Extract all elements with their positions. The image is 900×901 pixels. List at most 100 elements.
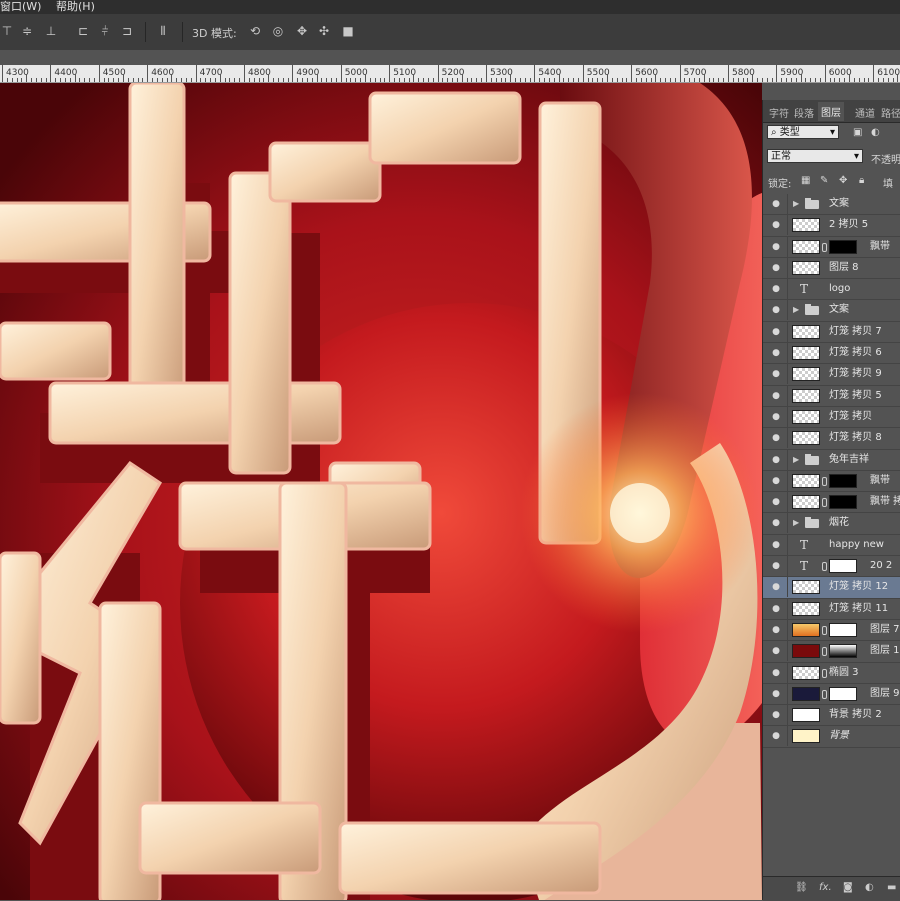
layer-mask-thumbnail[interactable]	[829, 644, 857, 659]
layer-row[interactable]: ● Thappy new	[763, 534, 900, 557]
eye-icon[interactable]: ●	[771, 689, 781, 699]
layer-mask-thumbnail[interactable]	[829, 239, 857, 254]
eye-icon[interactable]: ●	[771, 433, 781, 443]
layer-row[interactable]: ● 飘带	[763, 470, 900, 493]
layer-row[interactable]: ● ▶ 烟花	[763, 513, 900, 535]
layer-row[interactable]: ● 灯笼 拷贝 11	[763, 598, 900, 620]
eye-icon[interactable]: ●	[771, 455, 781, 465]
layer-row[interactable]: ● ▶ 文案	[763, 300, 900, 322]
menu-help[interactable]: 帮助(H)	[56, 0, 95, 14]
link-icon[interactable]	[822, 668, 827, 678]
link-icon[interactable]	[822, 242, 827, 252]
layer-mask-thumbnail[interactable]	[829, 559, 857, 574]
layer-row[interactable]: ● 图层 7	[763, 619, 900, 642]
layer-row[interactable]: ● 图层 1	[763, 641, 900, 663]
layer-row[interactable]: ● 飘带	[763, 236, 900, 258]
horizontal-ruler[interactable]: 4300 4400 4500 4600 4700 4800 4900 5000 5100 5200…	[0, 65, 900, 83]
eye-icon[interactable]: ●	[771, 284, 781, 294]
eye-icon[interactable]: ●	[771, 518, 781, 528]
layer-row[interactable]: ● 灯笼 拷贝 5	[763, 385, 900, 407]
layer-mask-thumbnail[interactable]	[829, 686, 857, 701]
add-mask-icon[interactable]: ◙	[843, 882, 853, 893]
tab-channels[interactable]: 通道	[855, 105, 875, 120]
eye-icon[interactable]: ●	[771, 646, 781, 656]
align-horizontal-centers-icon[interactable]: ⫩	[98, 24, 112, 38]
eye-icon[interactable]: ●	[771, 220, 781, 230]
eye-icon[interactable]: ●	[771, 710, 781, 720]
align-vertical-centers-icon[interactable]: ≑	[20, 24, 34, 38]
align-left-edges-icon[interactable]: ⊏	[76, 24, 90, 38]
eye-icon[interactable]: ●	[771, 305, 781, 315]
layer-row[interactable]: ● 灯笼 拷贝	[763, 406, 900, 429]
layer-mask-thumbnail[interactable]	[829, 473, 857, 488]
eye-icon[interactable]: ●	[771, 497, 781, 507]
expand-icon[interactable]: ▶	[793, 450, 799, 470]
layer-row[interactable]: ● ▶ 文案	[763, 194, 900, 216]
link-icon[interactable]	[822, 476, 827, 486]
layer-row[interactable]: ● 背景	[763, 726, 900, 748]
layer-row[interactable]: ● T 20 2	[763, 556, 900, 578]
layer-row[interactable]: ● 图层 8	[763, 257, 900, 280]
3d-pan-icon[interactable]: ✥	[295, 24, 309, 38]
new-group-icon[interactable]: ▬	[887, 882, 896, 893]
lock-all-icon[interactable]: 🔒︎	[859, 175, 864, 186]
eye-icon[interactable]: ●	[771, 668, 781, 678]
3d-slide-icon[interactable]: ✣	[317, 24, 331, 38]
link-icon[interactable]	[822, 562, 827, 572]
distribute-icon[interactable]: ⫴	[156, 24, 170, 38]
link-icon[interactable]	[822, 689, 827, 699]
layer-row[interactable]: ● 飘带 拷	[763, 492, 900, 514]
eye-icon[interactable]: ●	[771, 199, 781, 209]
adjustment-layer-icon[interactable]: ◐	[865, 882, 874, 893]
blend-mode-dropdown[interactable]: 正常 ▾	[767, 149, 863, 163]
layer-row[interactable]: ● 背景 拷贝 2	[763, 705, 900, 727]
layer-mask-thumbnail[interactable]	[829, 622, 857, 637]
align-top-edges-icon[interactable]: ⊤	[0, 24, 14, 38]
filter-adjustment-icon[interactable]: ◐	[871, 127, 880, 138]
layer-row[interactable]: ● 2 拷贝 5	[763, 215, 900, 237]
link-icon[interactable]	[822, 647, 827, 657]
layer-row[interactable]: ● 灯笼 拷贝 8	[763, 428, 900, 450]
eye-icon[interactable]: ●	[771, 327, 781, 337]
3d-scale-icon[interactable]: ■	[341, 24, 355, 38]
layer-row[interactable]: ● 灯笼 拷贝 7	[763, 321, 900, 344]
expand-icon[interactable]: ▶	[793, 513, 799, 533]
menu-window[interactable]: 窗口(W)	[0, 0, 41, 14]
tab-paragraph[interactable]: 段落	[794, 105, 814, 120]
eye-icon[interactable]: ●	[771, 476, 781, 486]
eye-icon[interactable]: ●	[771, 582, 781, 592]
eye-icon[interactable]: ●	[771, 731, 781, 741]
eye-icon[interactable]: ●	[771, 391, 781, 401]
align-bottom-edges-icon[interactable]: ⊥	[44, 24, 58, 38]
link-icon[interactable]	[822, 498, 827, 508]
lock-transparency-icon[interactable]: ▦	[801, 175, 810, 186]
lock-position-icon[interactable]: ✥	[839, 175, 847, 186]
filter-image-icon[interactable]: ▣	[853, 127, 862, 138]
eye-icon[interactable]: ●	[771, 369, 781, 379]
layer-mask-thumbnail[interactable]	[829, 495, 857, 510]
tab-character[interactable]: 字符	[769, 105, 789, 120]
layer-row[interactable]: ● 灯笼 拷贝 6	[763, 343, 900, 365]
tab-paths[interactable]: 路径	[881, 105, 900, 120]
link-layers-icon[interactable]: ⛓	[795, 882, 808, 893]
eye-icon[interactable]: ●	[771, 561, 781, 571]
align-right-edges-icon[interactable]: ⊐	[120, 24, 134, 38]
fx-icon[interactable]: fx.	[819, 882, 832, 893]
eye-icon[interactable]: ●	[771, 348, 781, 358]
link-icon[interactable]	[822, 625, 827, 635]
layer-row[interactable]: ● ▶ 兔年吉祥	[763, 449, 900, 471]
eye-icon[interactable]: ●	[771, 242, 781, 252]
3d-rotate-icon[interactable]: ⟲	[248, 24, 262, 38]
layer-row[interactable]: ● 灯笼 拷贝 12	[763, 577, 900, 599]
document-canvas[interactable]	[0, 83, 762, 900]
lock-pixels-icon[interactable]: ✎	[820, 175, 828, 186]
eye-icon[interactable]: ●	[771, 625, 781, 635]
layer-row[interactable]: ● 图层 9	[763, 683, 900, 706]
eye-icon[interactable]: ●	[771, 540, 781, 550]
layer-row[interactable]: ● 椭圆 3	[763, 662, 900, 684]
eye-icon[interactable]: ●	[771, 263, 781, 273]
filter-kind-dropdown[interactable]: ⌕ 类型 ▾	[767, 125, 839, 139]
eye-icon[interactable]: ●	[771, 412, 781, 422]
layer-row[interactable]: ● Tlogo	[763, 279, 900, 301]
layer-row[interactable]: ● 灯笼 拷贝 9	[763, 364, 900, 386]
